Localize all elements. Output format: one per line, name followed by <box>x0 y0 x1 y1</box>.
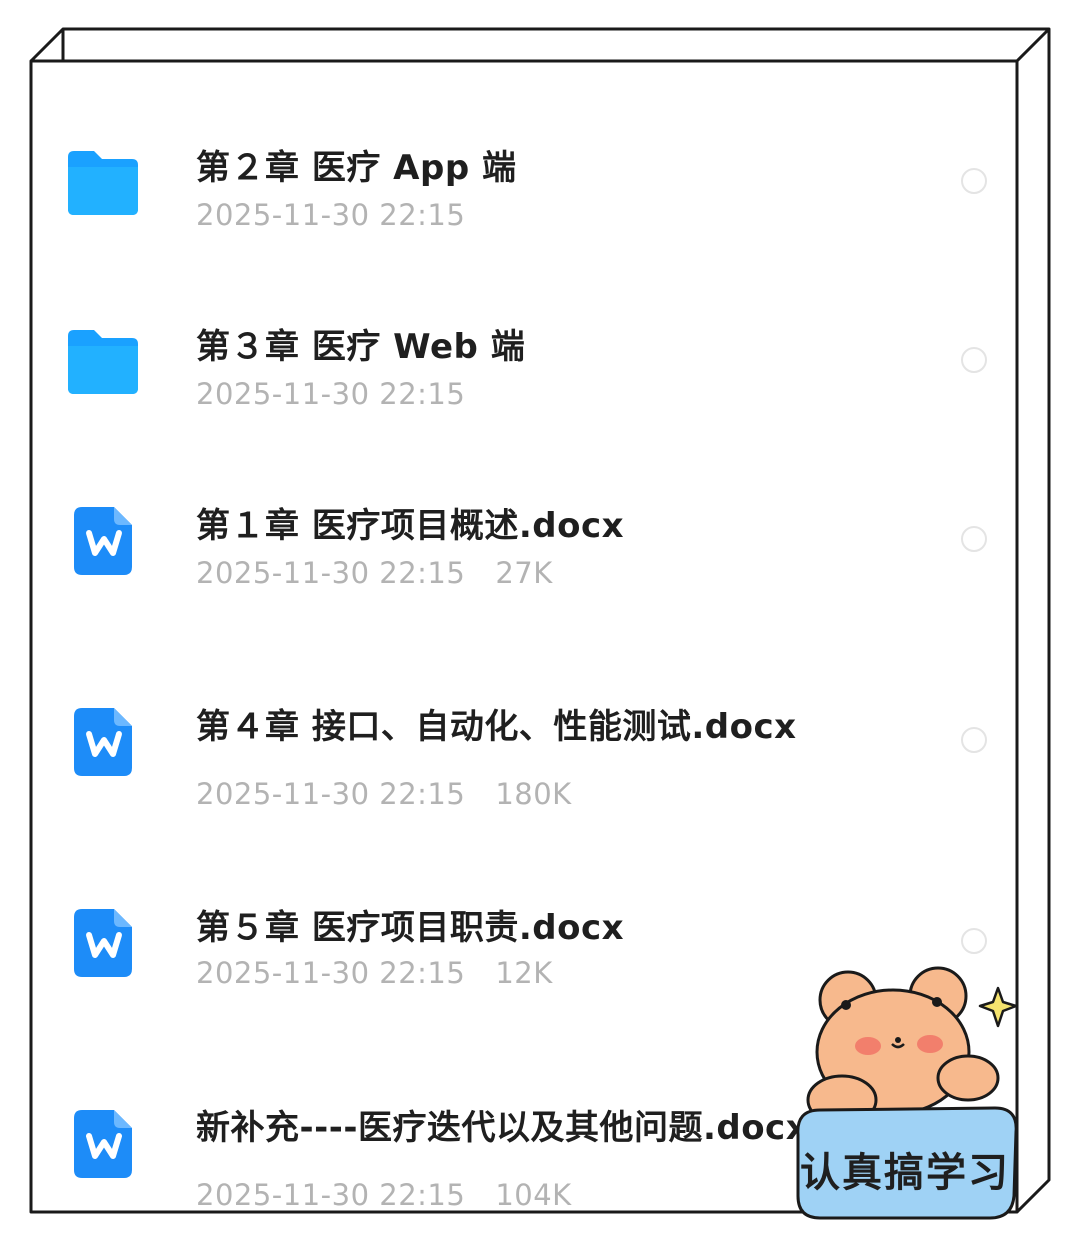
file-date: 2025-11-30 22:15 <box>196 556 466 590</box>
file-name: 新补充----医疗迭代以及其他问题.docx <box>196 1108 809 1148</box>
file-name: 第３章 医疗 Web 端 <box>196 327 526 367</box>
file-name: 第１章 医疗项目概述.docx <box>196 506 625 546</box>
file-row[interactable]: 第４章 接口、自动化、性能测试.docx 2025-11-30 22:15 180… <box>32 699 1017 819</box>
word-doc-icon <box>74 708 132 776</box>
file-meta: 2025-11-30 22:15 <box>196 377 465 411</box>
sticker-label: 认真搞学习 <box>800 1150 1010 1196</box>
file-date: 2025-11-30 22:15 <box>196 377 466 411</box>
file-meta: 2025-11-30 22:15 27K <box>196 556 553 590</box>
file-row[interactable]: 第３章 医疗 Web 端 2025-11-30 22:15 <box>32 319 1017 429</box>
folder-icon <box>68 330 138 394</box>
file-meta: 2025-11-30 22:15 <box>196 198 465 232</box>
folder-icon <box>68 151 138 215</box>
file-name: 第２章 医疗 App 端 <box>196 148 517 188</box>
select-radio[interactable] <box>961 168 987 194</box>
select-radio[interactable] <box>961 526 987 552</box>
select-radio[interactable] <box>961 727 987 753</box>
word-doc-icon <box>74 1110 132 1178</box>
file-size: 12K <box>495 956 553 990</box>
file-name: 第５章 医疗项目职责.docx <box>196 908 625 948</box>
select-radio[interactable] <box>961 928 987 954</box>
file-date: 2025-11-30 22:15 <box>196 956 466 990</box>
word-doc-icon <box>74 507 132 575</box>
file-size: 27K <box>495 556 553 590</box>
file-meta: 2025-11-30 22:15 104K <box>196 1178 572 1212</box>
file-size: 180K <box>495 777 572 811</box>
file-row[interactable]: 第１章 医疗项目概述.docx 2025-11-30 22:15 27K <box>32 498 1017 608</box>
file-meta: 2025-11-30 22:15 12K <box>196 956 553 990</box>
file-name: 第４章 接口、自动化、性能测试.docx <box>196 707 797 747</box>
file-date: 2025-11-30 22:15 <box>196 198 466 232</box>
select-radio[interactable] <box>961 347 987 373</box>
file-meta: 2025-11-30 22:15 180K <box>196 777 572 811</box>
file-date: 2025-11-30 22:15 <box>196 777 466 811</box>
file-size: 104K <box>495 1178 572 1212</box>
word-doc-icon <box>74 909 132 977</box>
file-date: 2025-11-30 22:15 <box>196 1178 466 1212</box>
file-row[interactable]: 第２章 医疗 App 端 2025-11-30 22:15 <box>32 140 1017 250</box>
